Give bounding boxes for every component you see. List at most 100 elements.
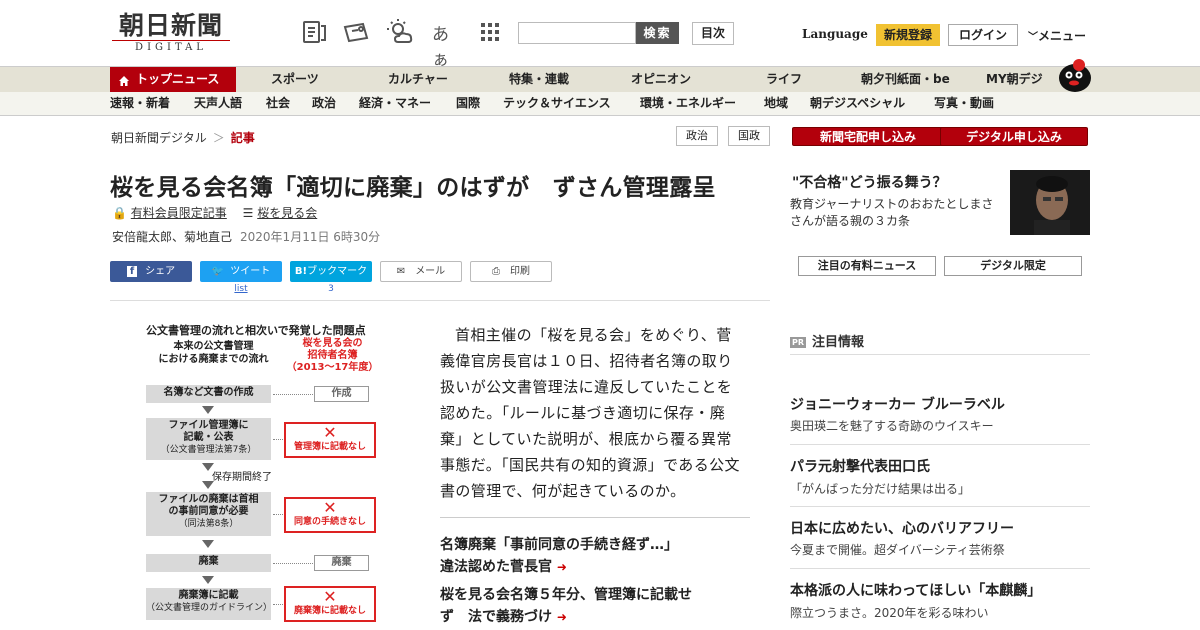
figure-status-2: ✕ 管理簿に記載なし — [284, 422, 376, 458]
figure-col-right: 桜を見る会の 招待者名簿 （2013～17年度） — [286, 338, 379, 373]
mascot-icon[interactable] — [1055, 58, 1093, 92]
mail-icon: ✉ — [396, 266, 406, 277]
figure-connector — [273, 439, 283, 440]
twitter-count[interactable]: list — [200, 284, 282, 294]
logo-sub-text: DIGITAL — [112, 40, 230, 54]
pr-heading: PR 注目情報 — [790, 331, 864, 350]
tag-national-politics[interactable]: 国政 — [728, 126, 770, 146]
figure-title: 公文書管理の流れと相次いで発覚した問題点 — [146, 324, 366, 337]
promo-title[interactable]: "不合格"どう振る舞う？ — [792, 172, 947, 192]
nav-item-culture[interactable]: カルチャー — [388, 67, 448, 92]
series-link[interactable]: 桜を見る会 — [257, 206, 317, 220]
pr-item-2-title[interactable]: パラ元射撃代表田口氏 — [790, 456, 930, 476]
digital-only-link[interactable]: デジタル限定 — [944, 256, 1082, 276]
search-button[interactable]: 検索 — [636, 22, 679, 44]
coupon-icon[interactable] — [342, 18, 370, 46]
figure-retention-label: 保存期間終了 — [212, 472, 272, 483]
figure-step-2: ファイル管理簿に 記載・公表 （公文書管理法第7条） — [146, 418, 271, 460]
nav-sub-international[interactable]: 国際 — [456, 92, 480, 115]
cross-icon: ✕ — [323, 587, 337, 606]
breadcrumb-current: 記事 — [230, 131, 255, 145]
language-link[interactable]: Language — [802, 27, 868, 41]
divider — [790, 354, 1090, 355]
arrow-right-icon: ➜ — [556, 610, 567, 624]
twitter-icon: 🐦 — [211, 266, 225, 277]
tag-politics[interactable]: 政治 — [676, 126, 718, 146]
login-button[interactable]: ログイン — [948, 24, 1018, 46]
figure-step-2-text: ファイル管理簿に 記載・公表 — [168, 420, 249, 443]
pr-item-3-sub[interactable]: 今夏まで開催。超ダイバーシティ芸術祭 — [790, 541, 1005, 558]
figure-step-4: 廃棄 — [146, 554, 271, 572]
pr-item-2-sub[interactable]: 「がんばった分だけ結果は出る」 — [790, 480, 970, 497]
related-link-2[interactable]: 桜を見る会名簿５年分、管理簿に記載せ ず 法で義務づけ ➜ — [440, 584, 752, 628]
font-size-icon[interactable]: あぁ — [432, 20, 462, 70]
related-link-2-line2: ず 法で義務づけ — [440, 609, 552, 625]
pr-item-3-title[interactable]: 日本に広めたい、心のバリアフリー — [790, 518, 1014, 538]
nav-sub-special[interactable]: 朝デジスペシャル — [810, 92, 905, 115]
subscribe-digital-button[interactable]: デジタル申し込み — [940, 127, 1088, 146]
subscribe-paper-button[interactable]: 新聞宅配申し込み — [792, 127, 944, 146]
nav-sub-politics[interactable]: 政治 — [312, 92, 336, 115]
figure-step-3-text: ファイルの廃棄は首相 の事前同意が必要 — [158, 494, 259, 517]
print-icon: ⎙ — [492, 266, 500, 277]
pr-item-4-title[interactable]: 本格派の人に味わってほしい「本麒麟」 — [790, 580, 1041, 600]
divider — [790, 506, 1090, 507]
promo-photo[interactable] — [1010, 170, 1090, 235]
nav-item-opinion[interactable]: オピニオン — [631, 67, 691, 92]
nav-sub-latest[interactable]: 速報・新着 — [110, 92, 170, 115]
newspaper-clip-icon[interactable] — [300, 18, 328, 46]
arrow-right-icon: ➜ — [556, 560, 567, 574]
hatena-bookmark-label: ブックマーク — [307, 266, 368, 277]
nav-sub-environment[interactable]: 環境・エネルギー — [640, 92, 736, 115]
breadcrumb-home[interactable]: 朝日新聞デジタル — [111, 131, 207, 145]
hatena-count[interactable]: 3 — [290, 284, 372, 294]
weather-icon[interactable] — [386, 18, 414, 46]
search-input[interactable] — [518, 22, 636, 44]
home-icon — [118, 72, 130, 86]
figure-status-5: ✕ 廃棄簿に記載なし — [284, 586, 376, 622]
nav-sub-region[interactable]: 地域 — [764, 92, 788, 115]
figure-step-5: 廃棄簿に記載 （公文書管理のガイドライン） — [146, 588, 273, 620]
figure-arrow — [202, 481, 214, 489]
pr-item-4-sub[interactable]: 際立つうまさ。2020年を彩る味わい — [790, 604, 989, 621]
related-link-1[interactable]: 名簿廃棄「事前同意の手続き経ず…」 違法認めた菅長官 ➜ — [440, 534, 752, 578]
nav-item-life[interactable]: ライフ — [766, 67, 802, 92]
pr-item-1-title[interactable]: ジョニーウォーカー ブルーラベル — [790, 394, 1005, 414]
figure-status-2-text: 管理簿に記載なし — [293, 442, 366, 452]
byline: 安倍龍太郎、菊地直己 2020年1月11日 6時30分 — [112, 228, 380, 245]
register-button[interactable]: 新規登録 — [876, 24, 940, 46]
nav-sub-tenseijingo[interactable]: 天声人語 — [194, 92, 242, 115]
twitter-share-button[interactable]: 🐦 ツイート — [200, 261, 282, 282]
nav-item-sports[interactable]: スポーツ — [271, 67, 319, 92]
cross-icon: ✕ — [323, 423, 337, 442]
member-only-link[interactable]: 有料会員限定記事 — [131, 206, 227, 220]
toc-button[interactable]: 目次 — [692, 22, 734, 45]
facebook-share-button[interactable]: f シェア — [110, 261, 192, 282]
nav-item-features[interactable]: 特集・連載 — [509, 67, 569, 92]
figure-step-1: 名簿など文書の作成 — [146, 385, 271, 403]
nav-sub-tech[interactable]: テック＆サイエンス — [503, 92, 611, 115]
related-link-1-line2: 違法認めた菅長官 — [440, 559, 552, 575]
hatena-bookmark-button[interactable]: B!ブックマーク — [290, 261, 372, 282]
article-lead: 首相主催の「桜を見る会」をめぐり、菅義偉官房長官は１０日、招待者名簿の取り扱いが… — [440, 326, 740, 500]
site-logo[interactable]: 朝日新聞 DIGITAL — [112, 12, 230, 54]
figure-status-3: ✕ 同意の手続きなし — [284, 497, 376, 533]
print-button[interactable]: ⎙ 印刷 — [470, 261, 552, 282]
nav-item-paper[interactable]: 朝夕刊紙面・be — [861, 67, 950, 92]
figure-status-4: 廃棄 — [314, 555, 369, 571]
nav-sub-society[interactable]: 社会 — [266, 92, 290, 115]
pr-item-1-sub[interactable]: 奥田瑛二を魅了する奇跡のウイスキー — [790, 417, 994, 434]
promo-text[interactable]: 教育ジャーナリストのおおたとしまささんが語る親の３カ条 — [790, 196, 1005, 230]
nav-sub-economy[interactable]: 経済・マネー — [359, 92, 431, 115]
article-headline: 桜を見る会名簿「適切に廃棄」のはずが ずさん管理露呈 — [110, 175, 716, 201]
figure-step-5-sub: （公文書管理のガイドライン） — [146, 603, 273, 613]
flowchart-figure[interactable]: 公文書管理の流れと相次いで発覚した問題点 本来の公文書管理 における廃棄までの流… — [140, 318, 385, 630]
pr-badge: PR — [790, 337, 807, 348]
menu-button[interactable]: ﹀メニュー — [1028, 27, 1086, 44]
grid-menu-icon[interactable] — [476, 18, 504, 46]
nav-item-my-asahi[interactable]: MY朝デジ — [986, 67, 1043, 92]
mail-share-button[interactable]: ✉ メール — [380, 261, 462, 282]
paid-news-link[interactable]: 注目の有料ニュース — [798, 256, 936, 276]
nav-sub-photo[interactable]: 写真・動画 — [934, 92, 994, 115]
secondary-nav: 速報・新着 天声人語 社会 政治 経済・マネー 国際 テック＆サイエンス 環境・… — [0, 92, 1200, 116]
